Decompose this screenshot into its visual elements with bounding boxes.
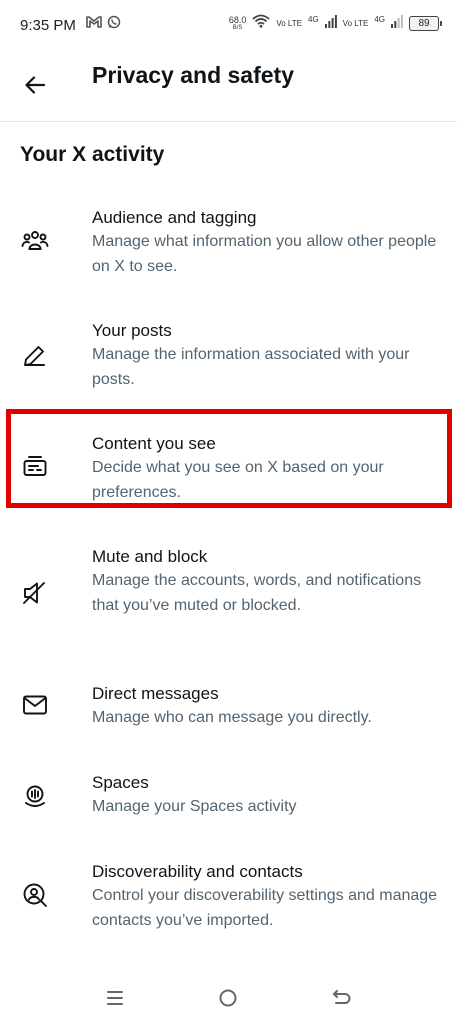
contact-search-icon [20, 880, 50, 910]
menu-item-your-posts[interactable]: Your posts Manage the information associ… [0, 313, 457, 403]
menu-item-description: Manage who can message you directly. [92, 709, 372, 726]
menu-item-text: Mute and block Manage the accounts, word… [92, 545, 442, 618]
status-bar: 9:35 PM 68.0 B/S Vo LTE 4G Vo LTE 4G 89 [0, 0, 457, 50]
envelope-icon [20, 690, 50, 720]
menu-item-discoverability-and-contacts[interactable]: Discoverability and contacts Control you… [0, 854, 457, 944]
sim2-network: 4G [374, 15, 385, 24]
menu-item-description: Manage the information associated with y… [92, 346, 410, 388]
status-time: 9:35 PM [20, 17, 76, 34]
page-title: Privacy and safety [92, 62, 295, 88]
sim1-network: 4G [308, 15, 319, 24]
section-title: Your X activity [20, 143, 165, 166]
system-back-button[interactable] [328, 986, 356, 1014]
menu-item-text: Discoverability and contacts Control you… [92, 860, 442, 933]
menu-item-description: Decide what you see on X based on your p… [92, 459, 384, 501]
system-nav-bar [0, 976, 457, 1024]
sim2-volte: Vo LTE [342, 18, 369, 28]
menu-item-text: Content you see Decide what you see on X… [92, 432, 442, 505]
content-card-icon [20, 451, 50, 481]
net-speed: 68.0 B/S [228, 14, 247, 32]
system-icons: 68.0 B/S Vo LTE 4G Vo LTE 4G 89 [228, 14, 442, 33]
menu-item-label: Content you see [92, 434, 216, 453]
signal-icon [391, 14, 403, 33]
menu-item-mute-and-block[interactable]: Mute and block Manage the accounts, word… [0, 539, 457, 649]
menu-item-description: Control your discoverability settings an… [92, 887, 438, 929]
menu-item-text: Your posts Manage the information associ… [92, 319, 442, 392]
menu-item-label: Discoverability and contacts [92, 862, 303, 881]
spaces-icon [20, 781, 50, 811]
menu-item-content-you-see[interactable]: Content you see Decide what you see on X… [0, 426, 457, 516]
header: Privacy and safety [0, 50, 457, 122]
menu-item-direct-messages[interactable]: Direct messages Manage who can message y… [0, 676, 457, 740]
menu-icon [105, 989, 125, 1012]
battery-icon: 89 [409, 16, 442, 31]
notification-icons [86, 15, 121, 34]
menu-item-description: Manage what information you allow other … [92, 233, 437, 275]
whatsapp-icon [107, 15, 121, 34]
menu-item-label: Mute and block [92, 547, 208, 566]
battery-level: 89 [418, 18, 430, 29]
people-icon [20, 226, 50, 256]
net-speed-value: 68.0 [228, 14, 247, 25]
pencil-icon [20, 340, 50, 370]
menu-item-spaces[interactable]: Spaces Manage your Spaces activity [0, 765, 457, 829]
menu-item-description: Manage your Spaces activity [92, 798, 297, 815]
menu-item-label: Direct messages [92, 684, 219, 703]
sim1-volte: Vo LTE [276, 18, 302, 28]
back-icon [331, 988, 353, 1013]
menu-item-label: Audience and tagging [92, 208, 257, 227]
net-speed-unit: B/S [232, 24, 243, 31]
arrow-left-icon [23, 73, 47, 102]
menu-item-text: Spaces Manage your Spaces activity [92, 771, 442, 820]
back-button[interactable] [20, 72, 50, 102]
recent-apps-button[interactable] [101, 986, 129, 1014]
signal-icon [324, 14, 337, 33]
gmail-icon [86, 15, 102, 34]
menu-item-label: Your posts [92, 321, 172, 340]
muted-speaker-icon [20, 578, 50, 608]
menu-item-text: Audience and tagging Manage what informa… [92, 206, 442, 279]
home-button[interactable] [214, 986, 242, 1014]
home-circle-icon [218, 988, 238, 1013]
menu-item-audience-and-tagging[interactable]: Audience and tagging Manage what informa… [0, 200, 457, 290]
menu-item-label: Spaces [92, 773, 149, 792]
menu-item-text: Direct messages Manage who can message y… [92, 682, 442, 731]
menu-item-description: Manage the accounts, words, and notifica… [92, 572, 422, 614]
wifi-icon [252, 14, 270, 33]
